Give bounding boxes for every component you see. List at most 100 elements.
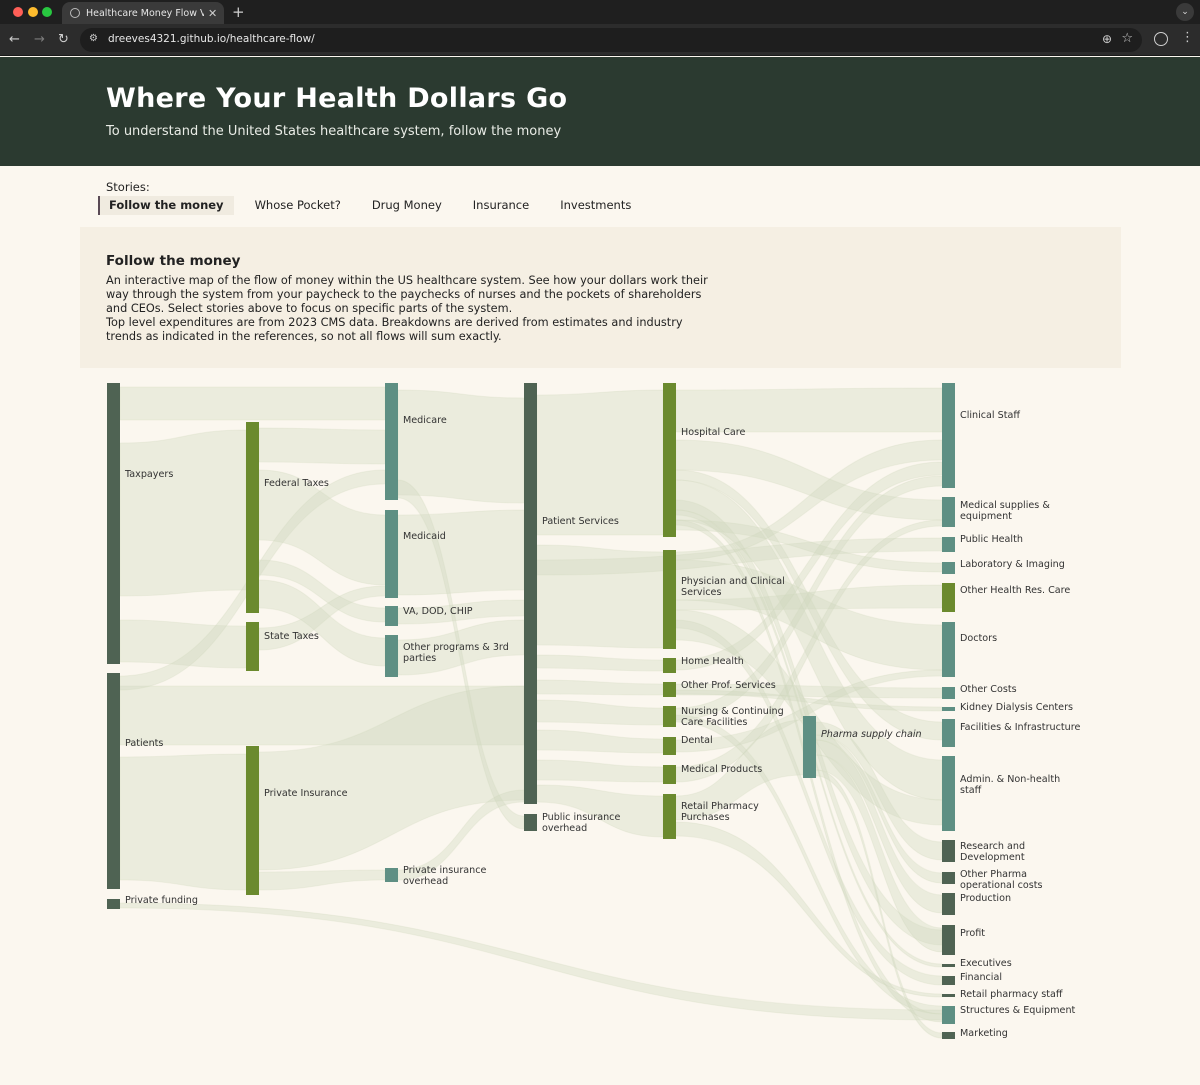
sankey-link-patient_services-to-nursing[interactable] <box>536 699 664 726</box>
sankey-label-facilities: Facilities & Infrastructure <box>960 722 1080 733</box>
sankey-node-med-supplies[interactable] <box>942 497 955 527</box>
sankey-label-other-health-res: Other Health Res. Care <box>960 585 1070 596</box>
sankey-link-patients-to-private_insurance[interactable] <box>119 753 247 891</box>
sankey-node-marketing[interactable] <box>942 1032 955 1039</box>
site-settings-icon[interactable]: ⚙ <box>89 33 98 44</box>
sankey-label-dental: Dental <box>681 735 713 746</box>
page-title: Where Your Health Dollars Go <box>106 83 568 114</box>
sankey-node-private-ins-overhead[interactable] <box>385 868 398 882</box>
new-tab-icon[interactable]: + <box>232 3 245 21</box>
address-url[interactable]: dreeves4321.github.io/healthcare-flow/ <box>108 33 315 45</box>
sankey-node-other-prof[interactable] <box>663 682 676 697</box>
sankey-node-private-insurance[interactable] <box>246 746 259 895</box>
sankey-link-private_insurance-to-private_ins_overhead[interactable] <box>258 869 386 891</box>
sankey-link-medicare-to-patient_services[interactable] <box>397 389 525 504</box>
tab-whose-pocket[interactable]: Whose Pocket? <box>246 196 351 215</box>
sankey-label-lab-imaging: Laboratory & Imaging <box>960 559 1065 570</box>
sankey-link-patient_services-to-other_prof[interactable] <box>536 679 664 696</box>
bookmark-star-icon[interactable]: ☆ <box>1121 31 1133 46</box>
sankey-node-taxpayers[interactable] <box>107 383 120 664</box>
more-menu-icon[interactable]: ⋮ <box>1181 30 1194 45</box>
sankey-node-patient-services[interactable] <box>524 383 537 804</box>
sankey-label-retail-pharmacy: Retail Pharmacy Purchases <box>681 801 759 823</box>
sankey-label-pharma-supply: Pharma supply chain <box>821 729 922 740</box>
forward-arrow-icon[interactable]: → <box>34 32 45 48</box>
sankey-node-medicaid[interactable] <box>385 510 398 598</box>
sankey-node-physician[interactable] <box>663 550 676 649</box>
story-paragraph-2: Top level expenditures are from 2023 CMS… <box>106 316 683 343</box>
sankey-node-home-health[interactable] <box>663 658 676 673</box>
reload-icon[interactable]: ↻ <box>58 32 69 48</box>
sankey-label-executives: Executives <box>960 958 1012 969</box>
sankey-node-other-costs[interactable] <box>942 687 955 699</box>
sankey-link-taxpayers-to-federal_taxes[interactable] <box>119 429 247 597</box>
sankey-link-federal_taxes-to-medicare[interactable] <box>258 427 386 465</box>
sankey-node-executives[interactable] <box>942 964 955 967</box>
close-window-icon[interactable] <box>13 7 23 17</box>
zoom-icon[interactable]: ⊕ <box>1102 32 1112 46</box>
sankey-node-lab-imaging[interactable] <box>942 562 955 574</box>
sankey-label-production: Production <box>960 893 1011 904</box>
sankey-node-production[interactable] <box>942 893 955 915</box>
sankey-label-patient-services: Patient Services <box>542 516 619 527</box>
sankey-node-va-dod[interactable] <box>385 606 398 626</box>
sankey-label-medical-products: Medical Products <box>681 764 762 775</box>
stories-label: Stories: <box>106 180 150 194</box>
sankey-label-other-costs: Other Costs <box>960 684 1017 695</box>
sankey-node-kidney[interactable] <box>942 707 955 711</box>
sankey-label-kidney: Kidney Dialysis Centers <box>960 702 1073 713</box>
sankey-node-doctors[interactable] <box>942 622 955 677</box>
sankey-node-profit[interactable] <box>942 925 955 955</box>
tab-follow-the-money[interactable]: Follow the money <box>98 196 234 215</box>
sankey-node-financial[interactable] <box>942 976 955 985</box>
sankey-link-taxpayers-to-medicare[interactable] <box>119 386 386 421</box>
sankey-label-marketing: Marketing <box>960 1028 1008 1039</box>
sankey-node-hospital-care[interactable] <box>663 383 676 537</box>
sankey-node-admin[interactable] <box>942 756 955 831</box>
sankey-link-patient_services-to-medical_products[interactable] <box>536 759 664 783</box>
sankey-link-patient_services-to-hospital_care[interactable] <box>536 389 664 536</box>
story-paragraph-1: An interactive map of the flow of money … <box>106 274 708 315</box>
maximize-window-icon[interactable] <box>42 7 52 17</box>
sankey-node-medical-products[interactable] <box>663 765 676 784</box>
sankey-link-patient_services-to-home_health[interactable] <box>536 654 664 672</box>
sankey-node-patients[interactable] <box>107 673 120 889</box>
sankey-link-hospital_care-to-clinical_staff[interactable] <box>675 387 943 433</box>
back-arrow-icon[interactable]: ← <box>9 32 20 48</box>
sankey-node-state-taxes[interactable] <box>246 622 259 671</box>
profile-icon[interactable] <box>1154 32 1168 46</box>
close-tab-icon[interactable]: ✕ <box>208 7 217 20</box>
sankey-node-federal-taxes[interactable] <box>246 422 259 613</box>
sankey-node-public-ins-overhead[interactable] <box>524 814 537 831</box>
sankey-link-medicaid-to-patient_services[interactable] <box>397 509 525 596</box>
sankey-node-pharma-supply[interactable] <box>803 716 816 778</box>
sankey-node-facilities[interactable] <box>942 719 955 747</box>
minimize-window-icon[interactable] <box>28 7 38 17</box>
sankey-node-rnd[interactable] <box>942 840 955 862</box>
sankey-node-medicare[interactable] <box>385 383 398 500</box>
sankey-node-other-programs[interactable] <box>385 635 398 677</box>
sankey-node-other-pharma[interactable] <box>942 872 955 884</box>
tab-insurance[interactable]: Insurance <box>464 196 539 215</box>
hero-banner: Where Your Health Dollars Go To understa… <box>0 57 1200 166</box>
sankey-node-clinical-staff[interactable] <box>942 383 955 488</box>
sankey-node-structures[interactable] <box>942 1006 955 1024</box>
sankey-node-retail-pharmacy[interactable] <box>663 794 676 839</box>
sankey-node-public-health[interactable] <box>942 537 955 552</box>
browser-tab-title: Healthcare Money Flow Visua <box>86 7 204 19</box>
sankey-link-patient_services-to-dental[interactable] <box>536 729 664 754</box>
tab-investments[interactable]: Investments <box>551 196 641 215</box>
sankey-node-dental[interactable] <box>663 737 676 755</box>
sankey-node-private-funding[interactable] <box>107 899 120 909</box>
sankey-diagram: Taxpayers Patients Private funding Federal … <box>107 383 1080 1039</box>
tab-drug-money[interactable]: Drug Money <box>363 196 452 215</box>
sankey-label-medicare: Medicare <box>403 415 447 426</box>
sankey-node-retail-staff[interactable] <box>942 994 955 997</box>
sankey-label-med-supplies: Medical supplies & equipment <box>960 500 1050 522</box>
tab-search-chevron-icon[interactable]: ⌄ <box>1176 3 1194 21</box>
sankey-node-other-health-res[interactable] <box>942 583 955 612</box>
sankey-label-hospital-care: Hospital Care <box>681 427 746 438</box>
sankey-node-nursing[interactable] <box>663 706 676 727</box>
address-bar[interactable]: ⚙ dreeves4321.github.io/healthcare-flow/… <box>80 28 1142 52</box>
browser-tab[interactable]: Healthcare Money Flow Visua ✕ <box>62 2 224 24</box>
